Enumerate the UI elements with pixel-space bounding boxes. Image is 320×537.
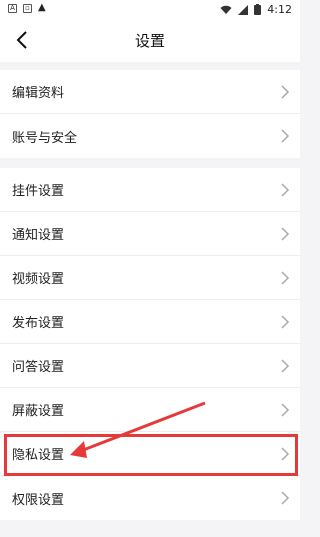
- status-bar: A ▫ ▲ 4:12: [0, 0, 300, 18]
- settings-item-permission-settings[interactable]: 权限设置: [0, 476, 300, 520]
- settings-item-label: 权限设置: [12, 492, 65, 508]
- chevron-right-icon: [281, 183, 290, 197]
- settings-item-label: 账号与安全: [12, 130, 78, 146]
- chevron-right-icon: [281, 85, 290, 99]
- status-time: 4:12: [267, 3, 292, 16]
- warning-icon: ▲: [38, 2, 46, 13]
- notification-a-icon: A: [8, 3, 17, 13]
- android-icon: ▫: [23, 3, 32, 13]
- settings-item-label: 问答设置: [12, 360, 65, 375]
- settings-item-video-settings[interactable]: 视频设置: [0, 256, 300, 300]
- chevron-right-icon: [281, 271, 290, 285]
- status-right: 4:12: [220, 3, 292, 16]
- chevron-right-icon: [281, 315, 290, 329]
- chevron-right-icon: [281, 403, 290, 417]
- settings-item-label: 屏蔽设置: [12, 404, 65, 419]
- settings-item-notification-settings[interactable]: 通知设置: [0, 212, 300, 256]
- chevron-right-icon: [281, 129, 290, 143]
- settings-item-block-settings[interactable]: 屏蔽设置: [0, 388, 300, 432]
- settings-item-label: 发布设置: [12, 316, 65, 331]
- chevron-right-icon: [281, 359, 290, 373]
- chevron-right-icon: [281, 447, 290, 461]
- header: 设置: [0, 18, 300, 62]
- settings-section-preferences: 挂件设置 通知设置 视频设置 发布设置 问答设置 屏蔽设置 隐私设置 权限设置: [0, 168, 300, 520]
- status-left-icons: A ▫ ▲: [8, 3, 46, 13]
- settings-item-publish-settings[interactable]: 发布设置: [0, 300, 300, 344]
- signal-icon: [238, 4, 249, 15]
- wifi-icon: [220, 5, 232, 14]
- settings-item-label: 通知设置: [12, 228, 65, 243]
- settings-item-label: 隐私设置: [12, 448, 65, 463]
- chevron-right-icon: [281, 227, 290, 241]
- back-button[interactable]: [12, 30, 32, 50]
- settings-item-pendant-settings[interactable]: 挂件设置: [0, 168, 300, 212]
- page-title: 设置: [134, 31, 165, 50]
- battery-icon: [254, 4, 262, 15]
- chevron-left-icon: [16, 31, 27, 49]
- settings-item-edit-profile[interactable]: 编辑资料: [0, 70, 300, 114]
- settings-item-qa-settings[interactable]: 问答设置: [0, 344, 300, 388]
- settings-item-label: 视频设置: [12, 272, 65, 287]
- chevron-right-icon: [281, 491, 290, 505]
- settings-item-privacy-settings[interactable]: 隐私设置: [0, 432, 300, 476]
- settings-item-account-security[interactable]: 账号与安全: [0, 114, 300, 158]
- settings-item-label: 编辑资料: [12, 86, 65, 101]
- settings-section-account: 编辑资料 账号与安全: [0, 70, 300, 158]
- settings-item-label: 挂件设置: [12, 184, 65, 199]
